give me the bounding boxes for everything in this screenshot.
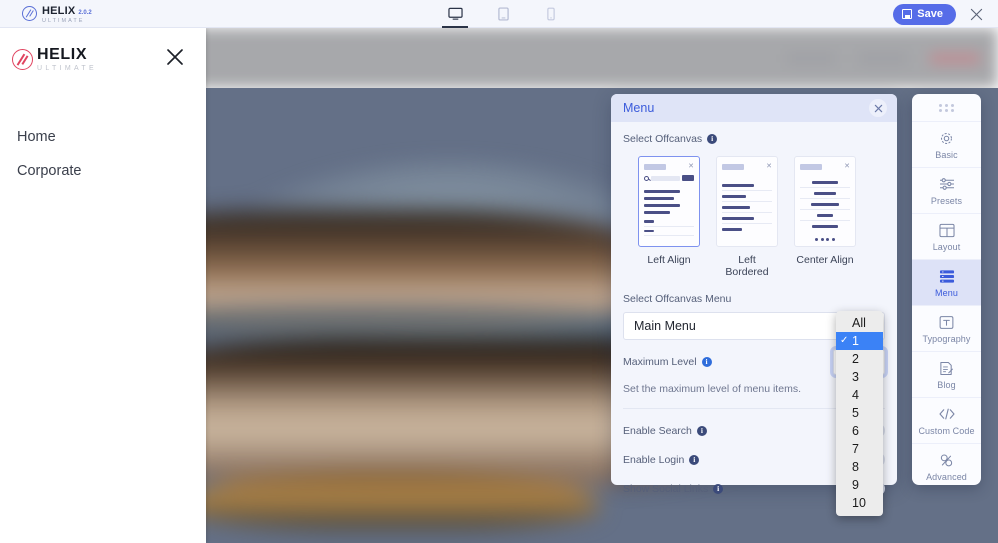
brand-subtitle: ULTIMATE bbox=[42, 18, 85, 25]
panel-title: Menu bbox=[623, 101, 655, 115]
site-nav-item bbox=[858, 52, 908, 64]
dropdown-option-3[interactable]: 3 bbox=[836, 368, 883, 386]
site-nav-item bbox=[786, 52, 836, 64]
dropdown-option-7[interactable]: 7 bbox=[836, 440, 883, 458]
helix-logo-icon bbox=[12, 48, 33, 70]
mobile-icon bbox=[547, 7, 555, 21]
typography-icon bbox=[939, 314, 954, 331]
sidebar-item-label: Presets bbox=[930, 195, 963, 206]
device-desktop-button[interactable] bbox=[440, 0, 470, 28]
sidebar-item-label: Basic bbox=[935, 149, 958, 160]
close-builder-button[interactable] bbox=[964, 2, 988, 26]
left-align-thumbnail: ✕ bbox=[638, 156, 700, 247]
sidebar-item-blog[interactable]: Blog bbox=[912, 351, 981, 397]
sidebar-item-advanced[interactable]: Advanced bbox=[912, 443, 981, 485]
sliders-icon bbox=[939, 176, 955, 193]
info-icon[interactable]: i bbox=[689, 454, 700, 465]
tablet-icon bbox=[497, 7, 509, 21]
brand-version: 2.0.2 bbox=[78, 10, 92, 17]
layout-icon bbox=[938, 222, 955, 239]
sidebar-item-label: Menu bbox=[935, 287, 958, 298]
dropdown-option-9[interactable]: 9 bbox=[836, 476, 883, 494]
code-icon bbox=[938, 406, 956, 423]
offcanvas-nav-item-corporate[interactable]: Corporate bbox=[17, 154, 206, 188]
save-button[interactable]: Save bbox=[893, 3, 956, 25]
dropdown-option-all[interactable]: All bbox=[836, 314, 883, 332]
dropdown-option-1[interactable]: 1 bbox=[836, 332, 883, 350]
device-tablet-button[interactable] bbox=[488, 0, 518, 28]
info-icon[interactable]: i bbox=[696, 425, 707, 436]
gear-icon bbox=[939, 130, 954, 147]
maximum-level-dropdown[interactable]: All 1 2 3 4 5 6 7 8 9 10 bbox=[836, 311, 883, 516]
offcanvas-panel: HELIX ULTIMATE Home Corporate bbox=[0, 28, 206, 543]
social-dots-icon bbox=[800, 238, 850, 241]
brand-name: HELIX bbox=[42, 5, 76, 18]
floppy-disk-icon bbox=[902, 9, 913, 19]
offcanvas-nav-item-home[interactable]: Home bbox=[17, 120, 206, 154]
sidebar-item-typography[interactable]: Typography bbox=[912, 305, 981, 351]
offcanvas-brand-name: HELIX bbox=[37, 46, 88, 63]
device-mobile-button[interactable] bbox=[536, 0, 566, 28]
builder-sidebar: Basic Presets Layout Menu Typography Blo… bbox=[912, 94, 981, 485]
offcanvas-nav: Home Corporate bbox=[0, 120, 206, 188]
sidebar-item-label: Custom Code bbox=[918, 425, 975, 436]
menu-list-icon bbox=[939, 268, 955, 285]
sidebar-item-label: Advanced bbox=[926, 471, 967, 482]
sidebar-item-label: Blog bbox=[937, 379, 956, 390]
sidebar-item-layout[interactable]: Layout bbox=[912, 213, 981, 259]
dropdown-option-4[interactable]: 4 bbox=[836, 386, 883, 404]
desktop-icon bbox=[447, 7, 463, 21]
offcanvas-option-left-align[interactable]: ✕ Left Align bbox=[638, 156, 700, 278]
helix-logo-icon bbox=[22, 6, 37, 21]
offcanvas-option-label: Left Align bbox=[647, 254, 691, 266]
dropdown-option-5[interactable]: 5 bbox=[836, 404, 883, 422]
enable-search-label: Enable Search bbox=[623, 424, 692, 437]
select-offcanvas-label-row: Select Offcanvas i bbox=[623, 133, 885, 145]
sidebar-item-menu[interactable]: Menu bbox=[912, 259, 981, 305]
toolbar-brand: HELIX 2.0.2 ULTIMATE bbox=[0, 2, 92, 25]
offcanvas-close-button[interactable] bbox=[162, 44, 188, 70]
offcanvas-style-options: ✕ Left Align ✕ Left Bordered ✕ Center Al… bbox=[623, 156, 885, 278]
offcanvas-option-left-bordered[interactable]: ✕ Left Bordered bbox=[716, 156, 778, 278]
sidebar-item-presets[interactable]: Presets bbox=[912, 167, 981, 213]
sidebar-item-basic[interactable]: Basic bbox=[912, 121, 981, 167]
offcanvas-option-label: Center Align bbox=[796, 254, 854, 266]
center-align-thumbnail: ✕ bbox=[794, 156, 856, 247]
enable-login-label: Enable Login bbox=[623, 453, 685, 466]
blog-icon bbox=[939, 360, 954, 377]
sidebar-item-custom-code[interactable]: Custom Code bbox=[912, 397, 981, 443]
search-icon bbox=[644, 175, 649, 181]
left-bordered-thumbnail: ✕ bbox=[716, 156, 778, 247]
show-social-links-label: Show Social Links bbox=[623, 482, 709, 495]
sidebar-drag-handle[interactable] bbox=[912, 94, 981, 121]
dropdown-option-6[interactable]: 6 bbox=[836, 422, 883, 440]
maximum-level-label: Maximum Level bbox=[623, 356, 697, 368]
dropdown-option-2[interactable]: 2 bbox=[836, 350, 883, 368]
advanced-icon bbox=[939, 452, 954, 469]
sidebar-item-label: Layout bbox=[932, 241, 961, 252]
admin-toolbar: HELIX 2.0.2 ULTIMATE Save bbox=[0, 0, 998, 28]
device-preview-switcher bbox=[440, 0, 566, 28]
sidebar-item-label: Typography bbox=[922, 333, 971, 344]
select-offcanvas-menu-label: Select Offcanvas Menu bbox=[623, 293, 732, 305]
panel-header: Menu bbox=[611, 94, 897, 122]
offcanvas-brand[interactable]: HELIX ULTIMATE bbox=[12, 46, 97, 72]
offcanvas-brand-subtitle: ULTIMATE bbox=[37, 65, 97, 72]
info-icon[interactable]: i bbox=[713, 483, 724, 494]
dropdown-option-10[interactable]: 10 bbox=[836, 494, 883, 512]
info-icon[interactable]: i bbox=[701, 357, 712, 367]
offcanvas-option-center-align[interactable]: ✕ Center Align bbox=[794, 156, 856, 278]
offcanvas-menu-select-value: Main Menu bbox=[634, 319, 696, 333]
info-icon[interactable]: i bbox=[707, 134, 718, 144]
dropdown-option-8[interactable]: 8 bbox=[836, 458, 883, 476]
site-cta-button bbox=[930, 52, 980, 64]
offcanvas-option-label: Left Bordered bbox=[725, 254, 769, 278]
panel-close-button[interactable] bbox=[869, 99, 887, 117]
select-offcanvas-label: Select Offcanvas bbox=[623, 133, 703, 145]
save-button-label: Save bbox=[917, 8, 943, 20]
